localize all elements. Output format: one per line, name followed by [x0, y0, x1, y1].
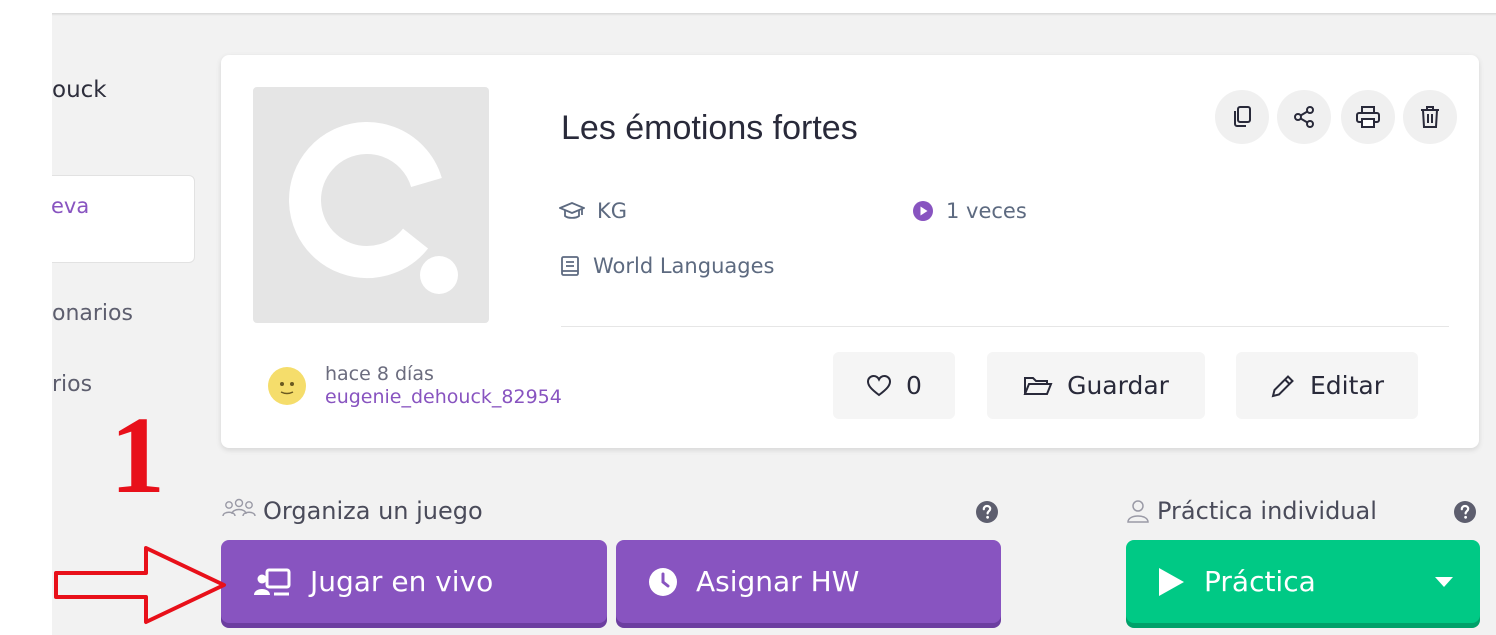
- sidebar-item-reports[interactable]: rios: [52, 372, 92, 397]
- caret-down-icon[interactable]: [1434, 576, 1454, 588]
- help-icon[interactable]: [1453, 500, 1477, 524]
- print-button[interactable]: [1341, 90, 1395, 144]
- play-live-label: Jugar en vivo: [310, 565, 494, 598]
- present-board-icon: [254, 568, 291, 595]
- avatar-face-icon: [280, 382, 294, 395]
- like-button[interactable]: 0: [833, 352, 955, 419]
- heart-icon: [867, 374, 892, 396]
- quiz-plays-value: 1 veces: [946, 199, 1027, 223]
- practice-label-text: Práctica individual: [1157, 497, 1377, 525]
- graduation-cap-icon: [559, 202, 585, 219]
- app-area: ouck eva onarios rios Les émotions forte…: [52, 13, 1496, 635]
- group-users-icon: [222, 498, 256, 517]
- copy-button[interactable]: [1215, 90, 1269, 144]
- practice-label: Práctica individual: [1125, 497, 1377, 525]
- quiz-subject: World Languages: [559, 254, 774, 278]
- quizizz-logo-icon: [289, 122, 458, 294]
- practice-button[interactable]: Práctica: [1126, 540, 1480, 623]
- play-icon: [1159, 567, 1184, 596]
- sidebar-item-new-label: eva: [52, 194, 90, 218]
- like-count: 0: [906, 371, 922, 400]
- delete-button[interactable]: [1403, 90, 1457, 144]
- card-divider: [561, 326, 1449, 327]
- print-icon: [1356, 106, 1380, 128]
- quiz-title: Les émotions fortes: [561, 109, 858, 147]
- quiz-thumbnail[interactable]: [253, 87, 489, 323]
- step-number-annotation: 1: [110, 394, 165, 516]
- host-game-label: Organiza un juego: [221, 497, 483, 525]
- clock-icon: [649, 567, 677, 596]
- sidebar-item-new[interactable]: eva: [52, 175, 195, 263]
- author-avatar[interactable]: [268, 367, 306, 405]
- edit-label: Editar: [1309, 371, 1384, 400]
- quiz-grade-value: KG: [597, 199, 628, 223]
- user-icon: [1127, 500, 1149, 523]
- author-link[interactable]: eugenie_dehouck_82954: [325, 386, 562, 408]
- sidebar-item-questionnaires[interactable]: onarios: [52, 301, 133, 326]
- help-icon[interactable]: [975, 500, 999, 524]
- pencil-icon: [1271, 374, 1294, 397]
- edit-button[interactable]: Editar: [1236, 352, 1418, 419]
- quiz-subject-value: World Languages: [593, 254, 775, 278]
- quiz-grade: KG: [559, 199, 627, 223]
- share-button[interactable]: [1277, 90, 1331, 144]
- play-live-button[interactable]: Jugar en vivo: [221, 540, 607, 623]
- red-arrow-annotation: [54, 546, 226, 624]
- quiz-card: Les émotions fortes KG 1 veces World Lan…: [221, 55, 1479, 448]
- host-game-label-text: Organiza un juego: [263, 497, 483, 525]
- share-icon: [1294, 106, 1314, 128]
- top-strip: [0, 0, 1496, 13]
- trash-icon: [1421, 106, 1439, 128]
- sidebar-user-name[interactable]: ouck: [52, 77, 107, 103]
- book-icon: [561, 256, 579, 276]
- practice-button-label: Práctica: [1204, 565, 1316, 598]
- play-circle-icon: [913, 201, 933, 221]
- save-label: Guardar: [1067, 371, 1169, 400]
- save-button[interactable]: Guardar: [987, 352, 1205, 419]
- folder-open-icon: [1023, 376, 1053, 395]
- assign-homework-label: Asignar HW: [696, 565, 860, 598]
- header-shadow: [52, 13, 1496, 16]
- copy-icon: [1234, 106, 1251, 127]
- quiz-plays: 1 veces: [912, 199, 1027, 223]
- assign-homework-button[interactable]: Asignar HW: [616, 540, 1001, 623]
- created-time: hace 8 días: [325, 363, 434, 385]
